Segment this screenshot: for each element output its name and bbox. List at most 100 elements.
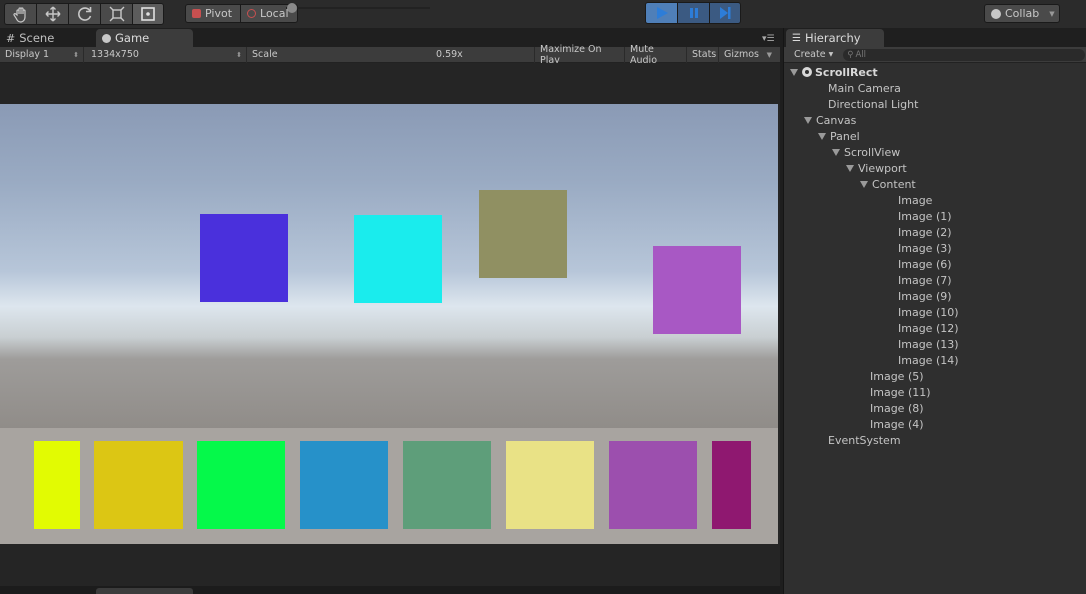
hierarchy-item[interactable]: Canvas [804, 112, 856, 128]
hierarchy-item[interactable]: Image (6) [898, 256, 952, 272]
grid-icon: # [6, 31, 16, 45]
hierarchy-item[interactable]: EventSystem [828, 432, 901, 448]
dropdown-arrow-icon: ⬍ [73, 50, 79, 59]
check-circle-icon [991, 8, 1001, 19]
transform-tools [4, 3, 164, 25]
hierarchy-item[interactable]: Image (3) [898, 240, 952, 256]
resolution-dropdown[interactable]: 1334x750 ⬍ [84, 46, 247, 63]
hierarchy-item-label: Image (13) [898, 337, 959, 351]
scale-value: 0.59x [436, 49, 463, 60]
tab-game[interactable]: Game [96, 29, 193, 47]
hierarchy-search-input[interactable]: ⚲ All [843, 48, 1086, 61]
tab-scene[interactable]: # Scene [0, 29, 94, 47]
hierarchy-item-label: Canvas [816, 113, 857, 127]
hierarchy-item[interactable]: Panel [818, 128, 860, 144]
tab-hierarchy[interactable]: ☰ Hierarchy [786, 29, 884, 47]
expand-triangle-icon[interactable] [832, 148, 840, 156]
hierarchy-item[interactable]: Image (14) [898, 352, 959, 368]
hierarchy-panel: ☰ Hierarchy Create ▼ ⚲ All ScrollRect Mai… [783, 28, 1086, 594]
hierarchy-item-label: Image (8) [870, 401, 924, 415]
hierarchy-item[interactable]: Image (10) [898, 304, 959, 320]
hierarchy-item-label: ScrollRect [815, 65, 878, 79]
display-dropdown[interactable]: Display 1 ⬍ [0, 46, 84, 63]
hierarchy-item[interactable]: Directional Light [828, 96, 918, 112]
floating-image [200, 214, 288, 302]
scroll-view-panel[interactable] [0, 428, 778, 544]
pause-button[interactable] [677, 2, 709, 24]
playback-controls [645, 2, 741, 24]
scroll-image [712, 441, 751, 529]
hierarchy-item-label: ScrollView [844, 145, 901, 159]
hierarchy-item-label: Directional Light [828, 97, 919, 111]
gizmos-dropdown[interactable]: Gizmos ▼ [719, 47, 776, 63]
play-button[interactable] [645, 2, 677, 24]
game-view[interactable] [0, 104, 778, 544]
expand-triangle-icon[interactable] [860, 180, 868, 188]
chevron-down-icon: ▼ [766, 50, 772, 59]
scale-control: Scale 0.59x [247, 46, 535, 63]
hierarchy-item[interactable]: Image [898, 192, 932, 208]
maximize-on-play-toggle[interactable]: Maximize On Play [535, 44, 625, 66]
hierarchy-item-label: Image (10) [898, 305, 959, 319]
hierarchy-item-label: Image (12) [898, 321, 959, 335]
tab-game-label: Game [115, 31, 150, 45]
hierarchy-item[interactable]: ScrollRect [790, 64, 878, 80]
tab-hierarchy-label: Hierarchy [804, 31, 861, 45]
hierarchy-item[interactable]: Image (11) [870, 384, 931, 400]
rotate-tool-icon[interactable] [68, 3, 100, 25]
pivot-button[interactable]: Pivot [185, 4, 241, 23]
create-dropdown[interactable]: Create ▼ [784, 49, 839, 60]
hierarchy-item-label: Image (1) [898, 209, 952, 223]
pause-icon [689, 8, 698, 18]
hierarchy-item[interactable]: Content [860, 176, 916, 192]
hierarchy-item[interactable]: Main Camera [828, 80, 901, 96]
collab-button[interactable]: Collab ▼ [984, 4, 1060, 23]
hierarchy-item-label: Image (6) [898, 257, 952, 271]
hierarchy-item[interactable]: Viewport [846, 160, 907, 176]
step-icon [720, 7, 731, 19]
dropdown-arrow-icon: ⬍ [236, 50, 242, 59]
hierarchy-item[interactable]: Image (7) [898, 272, 952, 288]
expand-triangle-icon[interactable] [818, 132, 826, 140]
stats-label: Stats [692, 49, 717, 60]
scroll-image [300, 441, 388, 529]
hierarchy-item[interactable]: ScrollView [832, 144, 900, 160]
move-tool-icon[interactable] [36, 3, 68, 25]
hierarchy-item[interactable]: Image (2) [898, 224, 952, 240]
scroll-image [506, 441, 594, 529]
hierarchy-item[interactable]: Image (4) [870, 416, 924, 432]
step-button[interactable] [709, 2, 741, 24]
bottom-panel-tab[interactable] [96, 588, 193, 594]
hierarchy-item[interactable]: Image (12) [898, 320, 959, 336]
rect-tool-icon[interactable] [132, 3, 164, 25]
scroll-image [34, 441, 80, 529]
hierarchy-item[interactable]: Image (8) [870, 400, 924, 416]
floating-image [354, 215, 442, 303]
scale-tool-icon[interactable] [100, 3, 132, 25]
hierarchy-item-label: Panel [830, 129, 860, 143]
panel-menu-icon[interactable]: ▾☰ [762, 34, 775, 44]
scroll-image [609, 441, 697, 529]
expand-triangle-icon[interactable] [804, 116, 812, 124]
expand-triangle-icon[interactable] [790, 68, 798, 76]
hierarchy-item[interactable]: Image (1) [898, 208, 952, 224]
unity-scene-icon [802, 67, 812, 77]
hierarchy-item[interactable]: Image (9) [898, 288, 952, 304]
hierarchy-item-label: Main Camera [828, 81, 901, 95]
gizmos-label: Gizmos [724, 49, 760, 60]
local-label: Local [260, 7, 289, 20]
hierarchy-item[interactable]: Image (5) [870, 368, 924, 384]
stats-toggle[interactable]: Stats [687, 46, 719, 63]
game-view-toolbar: Display 1 ⬍ 1334x750 ⬍ Scale 0.59x Maxim… [0, 44, 780, 66]
scroll-image [197, 441, 285, 529]
mute-audio-toggle[interactable]: Mute Audio [625, 44, 687, 66]
resolution-label: 1334x750 [91, 49, 139, 60]
scroll-image [94, 441, 183, 529]
scale-label: Scale [252, 49, 278, 60]
search-placeholder: All [855, 49, 866, 60]
scale-slider-track[interactable] [286, 7, 430, 9]
hand-tool-icon[interactable] [4, 3, 36, 25]
list-icon: ☰ [792, 32, 801, 44]
hierarchy-item[interactable]: Image (13) [898, 336, 959, 352]
expand-triangle-icon[interactable] [846, 164, 854, 172]
